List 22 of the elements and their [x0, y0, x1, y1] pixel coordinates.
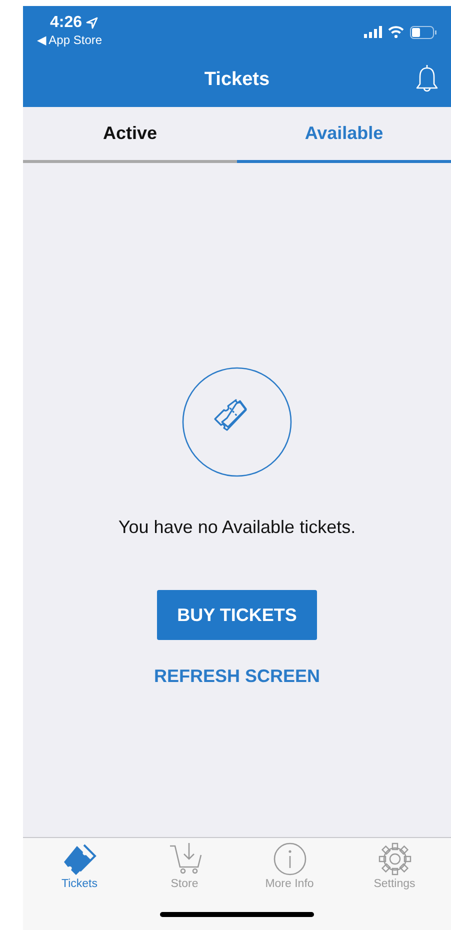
ticket-circle-icon [182, 367, 292, 477]
tab-bar-item[interactable]: Store [140, 842, 230, 890]
segment-tab[interactable]: Active [23, 107, 237, 163]
buy-tickets-button[interactable]: BUY TICKETS [157, 590, 317, 640]
wifi-icon [388, 26, 404, 38]
tickets-icon [62, 842, 96, 876]
battery-icon [410, 26, 437, 39]
refresh-screen-link[interactable]: REFRESH SCREEN [150, 664, 324, 689]
location-arrow-icon [86, 17, 98, 29]
info-icon [272, 842, 306, 876]
tab-bar-item[interactable]: Tickets [34, 842, 124, 890]
screen-title: Tickets [204, 69, 270, 92]
back-link[interactable]: ◀ App Store [37, 33, 102, 47]
segment-tab[interactable]: Available [237, 107, 451, 163]
cart-icon [168, 842, 202, 876]
status-time: 4:26 [49, 14, 82, 32]
empty-message: You have no Available tickets. [118, 517, 356, 538]
signal-icon [364, 26, 382, 38]
tab-bar-item[interactable]: More Info [244, 842, 334, 890]
bell-icon[interactable] [415, 64, 439, 94]
tab-bar-item[interactable]: Settings [350, 842, 440, 890]
gear-icon [378, 842, 412, 876]
